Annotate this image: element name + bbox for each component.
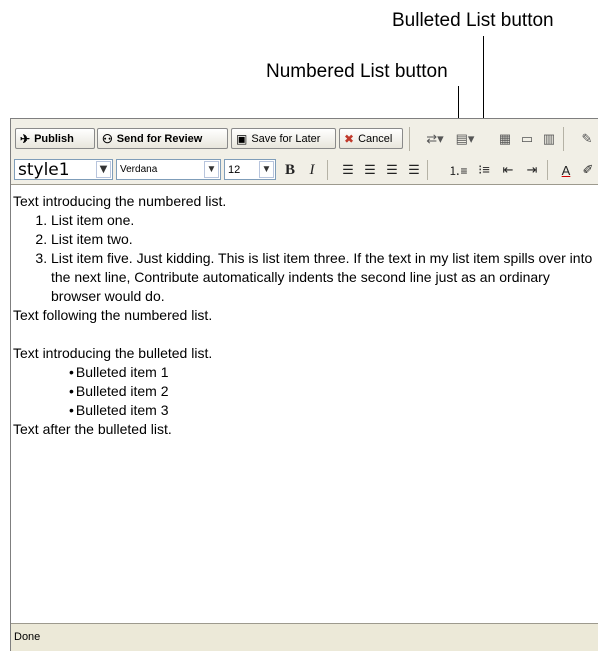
chevron-down-icon: ▼ [96,161,111,178]
style-value: style1 [18,159,70,180]
publish-label: Publish [34,132,74,145]
toolbar-separator [563,127,564,151]
after-bulleted-text: Text after the bulleted list. [13,421,172,437]
status-text: Done [14,631,41,643]
numbered-list-icon[interactable]: ⒈≡ [449,161,468,179]
bold-button[interactable]: B [281,161,299,179]
bulleted-list: Bulleted item 1 Bulleted item 2 Bulleted… [13,363,593,420]
numbered-list-item: List item five. Just kidding. This is li… [51,249,593,306]
intro-numbered-text: Text introducing the numbered list. [13,193,227,209]
document-content: Text introducing the numbered list. List… [13,192,593,439]
main-toolbar: ✈ Publish ⚇ Send for Review ▣ Save for L… [11,119,598,156]
outdent-icon[interactable]: ⇤ [499,161,517,179]
numbered-list: List item one. List item two. List item … [13,211,593,306]
size-value: 12 [228,163,241,176]
highlight-icon[interactable]: ✐ [579,161,597,179]
bulleted-list-item: Bulleted item 1 [69,363,593,382]
after-numbered-text: Text following the numbered list. [13,307,213,323]
italic-button[interactable]: I [303,161,321,179]
toolbar-separator [327,160,328,180]
numbered-list-item: List item one. [51,211,593,230]
save-icon: ▣ [236,131,248,146]
publish-icon: ✈ [20,131,31,146]
align-right-icon[interactable]: ☰ [383,161,401,179]
intro-bulleted-text: Text introducing the bulleted list. [13,345,213,361]
table-columns-icon[interactable]: ▥ [539,130,559,148]
save-for-later-button[interactable]: ▣ Save for Later [231,128,336,149]
bulleted-list-callout: Bulleted List button [392,10,554,31]
status-bar: Done [11,624,598,651]
numbered-list-item: List item two. [51,230,593,249]
font-select[interactable]: Verdana ▼ [116,159,221,180]
bulleted-list-item: Bulleted item 3 [69,401,593,420]
numbered-list-callout: Numbered List button [266,61,448,82]
save-for-later-label: Save for Later [251,132,321,145]
table-icon[interactable]: ▦ [495,130,515,148]
toolbar-separator [409,127,410,151]
text-color-button[interactable]: A [557,161,575,179]
align-left-icon[interactable]: ☰ [339,161,357,179]
formatting-toolbar: style1 ▼ Verdana ▼ 12 ▼ B I ☰ ☰ ☰ ☰ ⒈≡ ⁝… [11,156,598,185]
contribute-editor-window: ✈ Publish ⚇ Send for Review ▣ Save for L… [10,118,598,651]
cancel-icon: ✖ [344,131,355,146]
editing-area[interactable]: Text introducing the numbered list. List… [11,185,598,624]
bulleted-list-icon[interactable]: ⁝≡ [475,161,493,179]
publish-button[interactable]: ✈ Publish [15,128,95,149]
cancel-button[interactable]: ✖ Cancel [339,128,403,149]
table-rows-icon[interactable]: ▭ [517,130,537,148]
align-justify-icon[interactable]: ☰ [405,161,423,179]
indent-icon[interactable]: ⇥ [523,161,541,179]
send-for-review-label: Send for Review [116,132,203,145]
align-center-icon[interactable]: ☰ [361,161,379,179]
send-for-review-button[interactable]: ⚇ Send for Review [97,128,228,149]
users-icon: ⚇ [102,131,113,146]
insert-image-icon[interactable]: ▤▾ [451,130,479,148]
chevron-down-icon: ▼ [259,161,274,178]
chevron-down-icon: ▼ [204,161,219,178]
tools-icon[interactable]: ✎ [577,130,597,148]
cancel-label: Cancel [358,132,393,145]
size-select[interactable]: 12 ▼ [224,159,276,180]
font-value: Verdana [120,164,158,175]
bulleted-list-item: Bulleted item 2 [69,382,593,401]
toolbar-separator [547,160,548,180]
style-select[interactable]: style1 ▼ [14,159,113,180]
toolbar-separator [427,160,428,180]
link-icon[interactable]: ⇄▾ [421,130,449,148]
